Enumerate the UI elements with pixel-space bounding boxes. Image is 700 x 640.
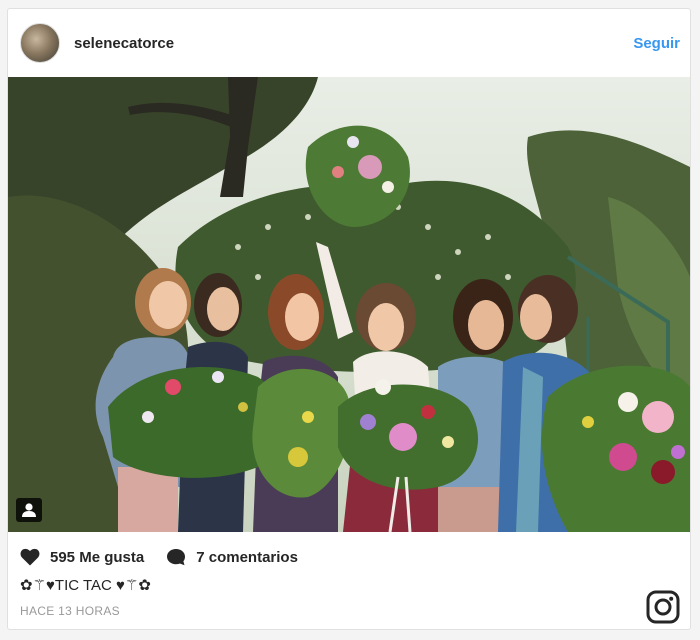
follow-button[interactable]: Seguir: [633, 35, 680, 52]
engagement-row: 595 Me gusta 7 comentarios: [20, 547, 298, 567]
heart-icon[interactable]: [20, 548, 40, 566]
photo-illustration: [8, 77, 690, 532]
instagram-logo-icon[interactable]: [646, 590, 680, 624]
comment-bubble-icon[interactable]: [166, 548, 186, 566]
post-footer: 595 Me gusta 7 comentarios ✿⚚♥TIC TAC ♥⚚…: [8, 532, 690, 631]
likes-count[interactable]: 595 Me gusta: [50, 549, 144, 566]
comments-count[interactable]: 7 comentarios: [196, 549, 298, 566]
instagram-post-embed: selenecatorce Seguir 595 Me gusta 7 come…: [7, 8, 691, 630]
user-tag-icon[interactable]: [16, 498, 42, 522]
post-caption: ✿⚚♥TIC TAC ♥⚚✿: [20, 577, 151, 594]
username[interactable]: selenecatorce: [74, 35, 174, 52]
post-photo[interactable]: [8, 77, 690, 532]
avatar[interactable]: [20, 23, 60, 63]
post-timestamp[interactable]: HACE 13 HORAS: [20, 604, 120, 618]
post-header: selenecatorce Seguir: [8, 9, 690, 77]
